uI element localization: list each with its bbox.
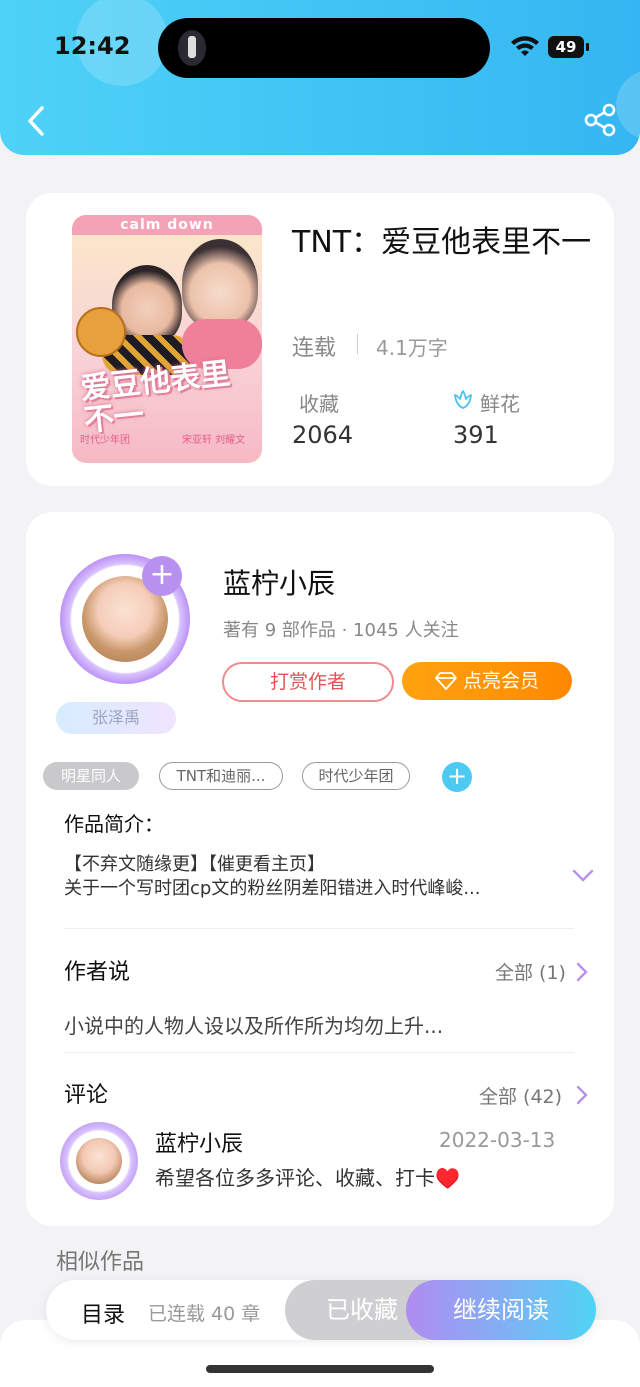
book-word-count: 4.1万字 <box>376 336 448 360</box>
book-detail-card: + 张泽禹 蓝柠小辰 著有 9 部作品 · 1045 人关注 打赏作者 点亮会员… <box>26 512 614 1226</box>
book-info-card: calm down 爱豆他表里不一 时代少年团 宋亚轩 刘耀文 TNT：爱豆他表… <box>26 193 614 486</box>
favorites-label: 收藏 <box>299 392 339 416</box>
book-status: 连载 <box>292 336 337 361</box>
share-icon[interactable] <box>582 102 618 138</box>
comment-text: 希望各位多多评论、收藏、打卡♥️ <box>155 1166 460 1190</box>
vip-button[interactable]: 点亮会员 <box>402 662 572 700</box>
tag-item[interactable]: 时代少年团 <box>302 762 410 790</box>
cover-subtitle-left: 时代少年团 <box>80 435 130 446</box>
author-say-title: 作者说 <box>64 960 131 985</box>
tag-item[interactable]: TNT和迪丽... <box>159 762 283 790</box>
comment-avatar[interactable] <box>60 1122 138 1200</box>
divider <box>64 928 574 929</box>
comments-title: 评论 <box>64 1083 109 1108</box>
decor-bubble <box>616 70 640 140</box>
book-cover[interactable]: calm down 爱豆他表里不一 时代少年团 宋亚轩 刘耀文 <box>72 215 262 463</box>
cover-figure-right <box>182 239 258 329</box>
comment-date: 2022-03-13 <box>439 1128 556 1152</box>
flowers-count: 391 <box>453 421 499 449</box>
tag-item[interactable]: 明星同人 <box>43 762 139 790</box>
chapter-count: 已连载 40 章 <box>148 1303 261 1325</box>
chevron-down-icon[interactable] <box>571 868 595 884</box>
favorites-count: 2064 <box>292 421 354 449</box>
divider <box>64 1052 574 1053</box>
wifi-icon <box>511 36 539 56</box>
tip-author-button[interactable]: 打赏作者 <box>222 662 394 702</box>
dynamic-island <box>158 18 490 78</box>
cover-top-text: calm down <box>72 215 262 235</box>
intro-line-2: 关于一个写时团cp文的粉丝阴差阳错进入时代峰峻... <box>64 878 481 899</box>
follow-plus-button[interactable]: + <box>142 556 182 596</box>
comments-more-link[interactable]: 全部 (42) <box>479 1082 562 1109</box>
book-title: TNT：爱豆他表里不一 <box>292 225 592 260</box>
author-name[interactable]: 蓝柠小辰 <box>223 562 335 602</box>
flower-icon <box>454 390 472 409</box>
bottom-action-bar: 目录 已连载 40 章 已收藏 继续阅读 <box>46 1280 596 1340</box>
author-say-text: 小说中的人物人设以及所作所为均勿上升... <box>64 1014 444 1038</box>
avatar-image <box>76 1138 122 1184</box>
home-indicator <box>206 1365 434 1373</box>
diamond-icon <box>435 672 457 690</box>
similar-works-title: 相似作品 <box>56 1250 145 1275</box>
top-header: 12:42 49 <box>0 0 640 155</box>
cover-title-art: 爱豆他表里不一 <box>78 356 232 439</box>
author-meta: 著有 9 部作品 · 1045 人关注 <box>223 620 459 641</box>
battery-icon: 49 <box>548 36 589 58</box>
back-icon[interactable] <box>22 104 52 138</box>
flowers-label: 鲜花 <box>480 392 520 416</box>
intro-line-1: 【不弃文随缘更】【催更看主页】 <box>64 854 325 875</box>
add-tag-button[interactable]: + <box>442 762 472 792</box>
toc-button[interactable]: 目录 <box>81 1297 125 1329</box>
author-say-more-link[interactable]: 全部 (1) <box>495 958 566 985</box>
intro-title: 作品简介： <box>64 812 164 836</box>
comment-author: 蓝柠小辰 <box>155 1132 244 1157</box>
author-tag: 张泽禹 <box>56 702 176 734</box>
status-time: 12:42 <box>54 32 131 60</box>
vip-button-label: 点亮会员 <box>462 670 539 692</box>
cover-subtitle-right: 宋亚轩 刘耀文 <box>182 435 246 446</box>
divider <box>357 334 358 354</box>
flashlight-icon <box>178 30 206 66</box>
chevron-right-icon[interactable] <box>576 1085 588 1105</box>
basketball-icon <box>76 307 126 357</box>
chevron-right-icon[interactable] <box>576 962 588 982</box>
continue-reading-button[interactable]: 继续阅读 <box>406 1280 596 1340</box>
